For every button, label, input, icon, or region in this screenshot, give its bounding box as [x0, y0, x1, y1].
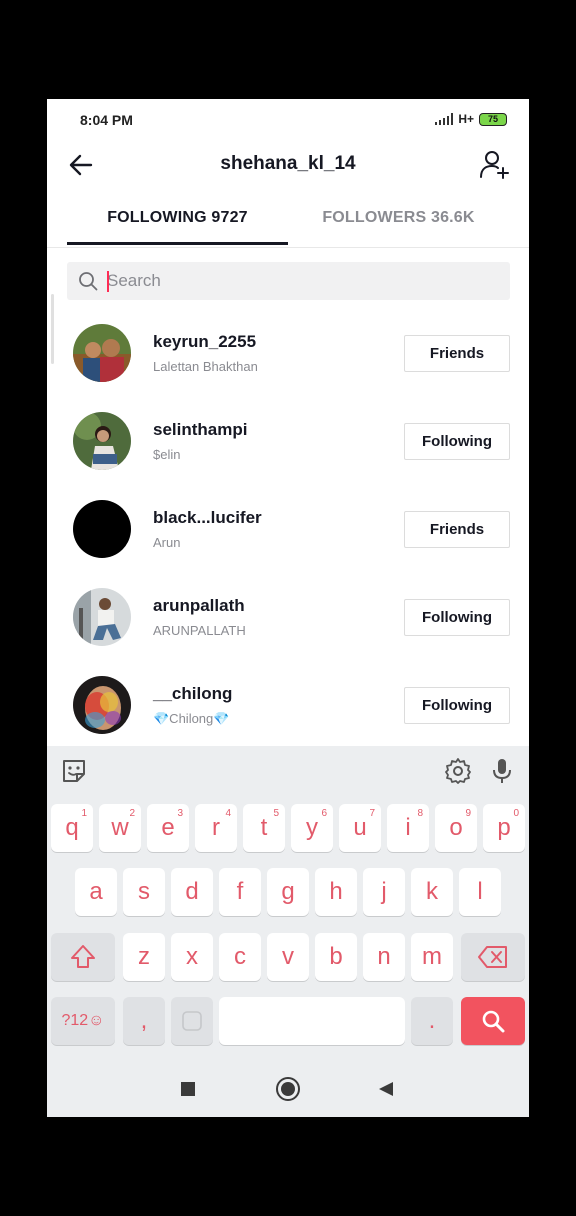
back-triangle-icon[interactable] [377, 1080, 395, 1098]
navigation-bar [47, 1061, 529, 1117]
key-g[interactable]: g [267, 868, 309, 916]
key-e[interactable]: 3e [147, 804, 189, 852]
key-h[interactable]: h [315, 868, 357, 916]
comma-key[interactable]: , [123, 997, 165, 1045]
nickname: Arun [153, 535, 181, 550]
search-key[interactable] [461, 997, 525, 1045]
friends-button[interactable]: Friends [404, 335, 510, 372]
spacebar[interactable] [219, 997, 405, 1045]
list-item[interactable]: arunpallath ARUNPALLATH Following [47, 573, 529, 661]
battery-icon: 75 [479, 112, 507, 126]
emoji-icon [182, 1011, 202, 1031]
tab-following[interactable]: FOLLOWING 9727 [67, 199, 288, 245]
key-z[interactable]: z [123, 933, 165, 981]
key-d[interactable]: d [171, 868, 213, 916]
shift-arrow-icon [71, 945, 95, 968]
username[interactable]: black...lucifer [153, 508, 262, 528]
status-bar: 8:04 PM H+ 75 [47, 99, 529, 141]
key-k[interactable]: k [411, 868, 453, 916]
text-cursor [107, 271, 109, 292]
settings-gear-icon[interactable] [443, 756, 473, 786]
search-bar[interactable] [67, 262, 510, 300]
key-s[interactable]: s [123, 868, 165, 916]
avatar[interactable] [73, 412, 131, 470]
keyboard-toolbar [47, 746, 529, 796]
key-f[interactable]: f [219, 868, 261, 916]
list-item[interactable]: keyrun_2255 Lalettan Bhakthan Friends [47, 309, 529, 397]
key-o[interactable]: 9o [435, 804, 477, 852]
search-icon [482, 1010, 505, 1033]
username[interactable]: __chilong [153, 684, 232, 704]
key-n[interactable]: n [363, 933, 405, 981]
key-p[interactable]: 0p [483, 804, 525, 852]
keyboard: 1q 2w 3e 4r 5t 6y 7u 8i 9o 0p a s d f g … [47, 746, 529, 1117]
username[interactable]: arunpallath [153, 596, 245, 616]
key-i[interactable]: 8i [387, 804, 429, 852]
header: shehana_kl_14 [47, 141, 529, 191]
home-circle-icon[interactable] [275, 1076, 301, 1102]
following-button[interactable]: Following [404, 599, 510, 636]
signal-icon [435, 113, 454, 125]
status-icons: H+ 75 [435, 112, 507, 126]
period-key[interactable]: . [411, 997, 453, 1045]
key-x[interactable]: x [171, 933, 213, 981]
list-item[interactable]: selinthampi $elin Following [47, 397, 529, 485]
sticker-icon[interactable] [59, 756, 89, 786]
following-button[interactable]: Following [404, 687, 510, 724]
nickname: Lalettan Bhakthan [153, 359, 258, 374]
avatar[interactable] [73, 500, 131, 558]
backspace-key[interactable] [461, 933, 525, 981]
shift-key[interactable] [51, 933, 115, 981]
key-u[interactable]: 7u [339, 804, 381, 852]
nickname: 💎Chilong💎 [153, 711, 230, 726]
friends-button[interactable]: Friends [404, 511, 510, 548]
emoji-key[interactable] [171, 997, 213, 1045]
search-input[interactable] [107, 262, 497, 300]
key-r[interactable]: 4r [195, 804, 237, 852]
add-user-icon[interactable] [479, 149, 511, 181]
symbols-key[interactable]: ?12☺ [51, 997, 115, 1045]
key-m[interactable]: m [411, 933, 453, 981]
key-l[interactable]: l [459, 868, 501, 916]
backspace-icon [478, 946, 507, 968]
phone-screen: 8:04 PM H+ 75 shehana_kl_14 FOLLOWING 97… [47, 99, 529, 1117]
key-j[interactable]: j [363, 868, 405, 916]
tab-bar: FOLLOWING 9727 FOLLOWERS 36.6K [47, 199, 529, 248]
key-y[interactable]: 6y [291, 804, 333, 852]
recents-square-icon[interactable] [180, 1081, 196, 1097]
tab-followers[interactable]: FOLLOWERS 36.6K [288, 199, 509, 245]
key-q[interactable]: 1q [51, 804, 93, 852]
key-c[interactable]: c [219, 933, 261, 981]
following-button[interactable]: Following [404, 423, 510, 460]
status-time: 8:04 PM [80, 112, 133, 128]
key-b[interactable]: b [315, 933, 357, 981]
microphone-icon[interactable] [487, 756, 517, 786]
active-tab-indicator [67, 242, 288, 245]
key-t[interactable]: 5t [243, 804, 285, 852]
list-item[interactable]: __chilong 💎Chilong💎 Following [47, 661, 529, 749]
username[interactable]: selinthampi [153, 420, 247, 440]
key-a[interactable]: a [75, 868, 117, 916]
key-v[interactable]: v [267, 933, 309, 981]
avatar[interactable] [73, 676, 131, 734]
nickname: ARUNPALLATH [153, 623, 246, 638]
list-item[interactable]: black...lucifer Arun Friends [47, 485, 529, 573]
search-icon [79, 272, 98, 291]
page-title: shehana_kl_14 [220, 153, 356, 174]
avatar[interactable] [73, 588, 131, 646]
key-w[interactable]: 2w [99, 804, 141, 852]
username[interactable]: keyrun_2255 [153, 332, 256, 352]
avatar[interactable] [73, 324, 131, 382]
network-type: H+ [458, 112, 474, 126]
nickname: $elin [153, 447, 181, 462]
